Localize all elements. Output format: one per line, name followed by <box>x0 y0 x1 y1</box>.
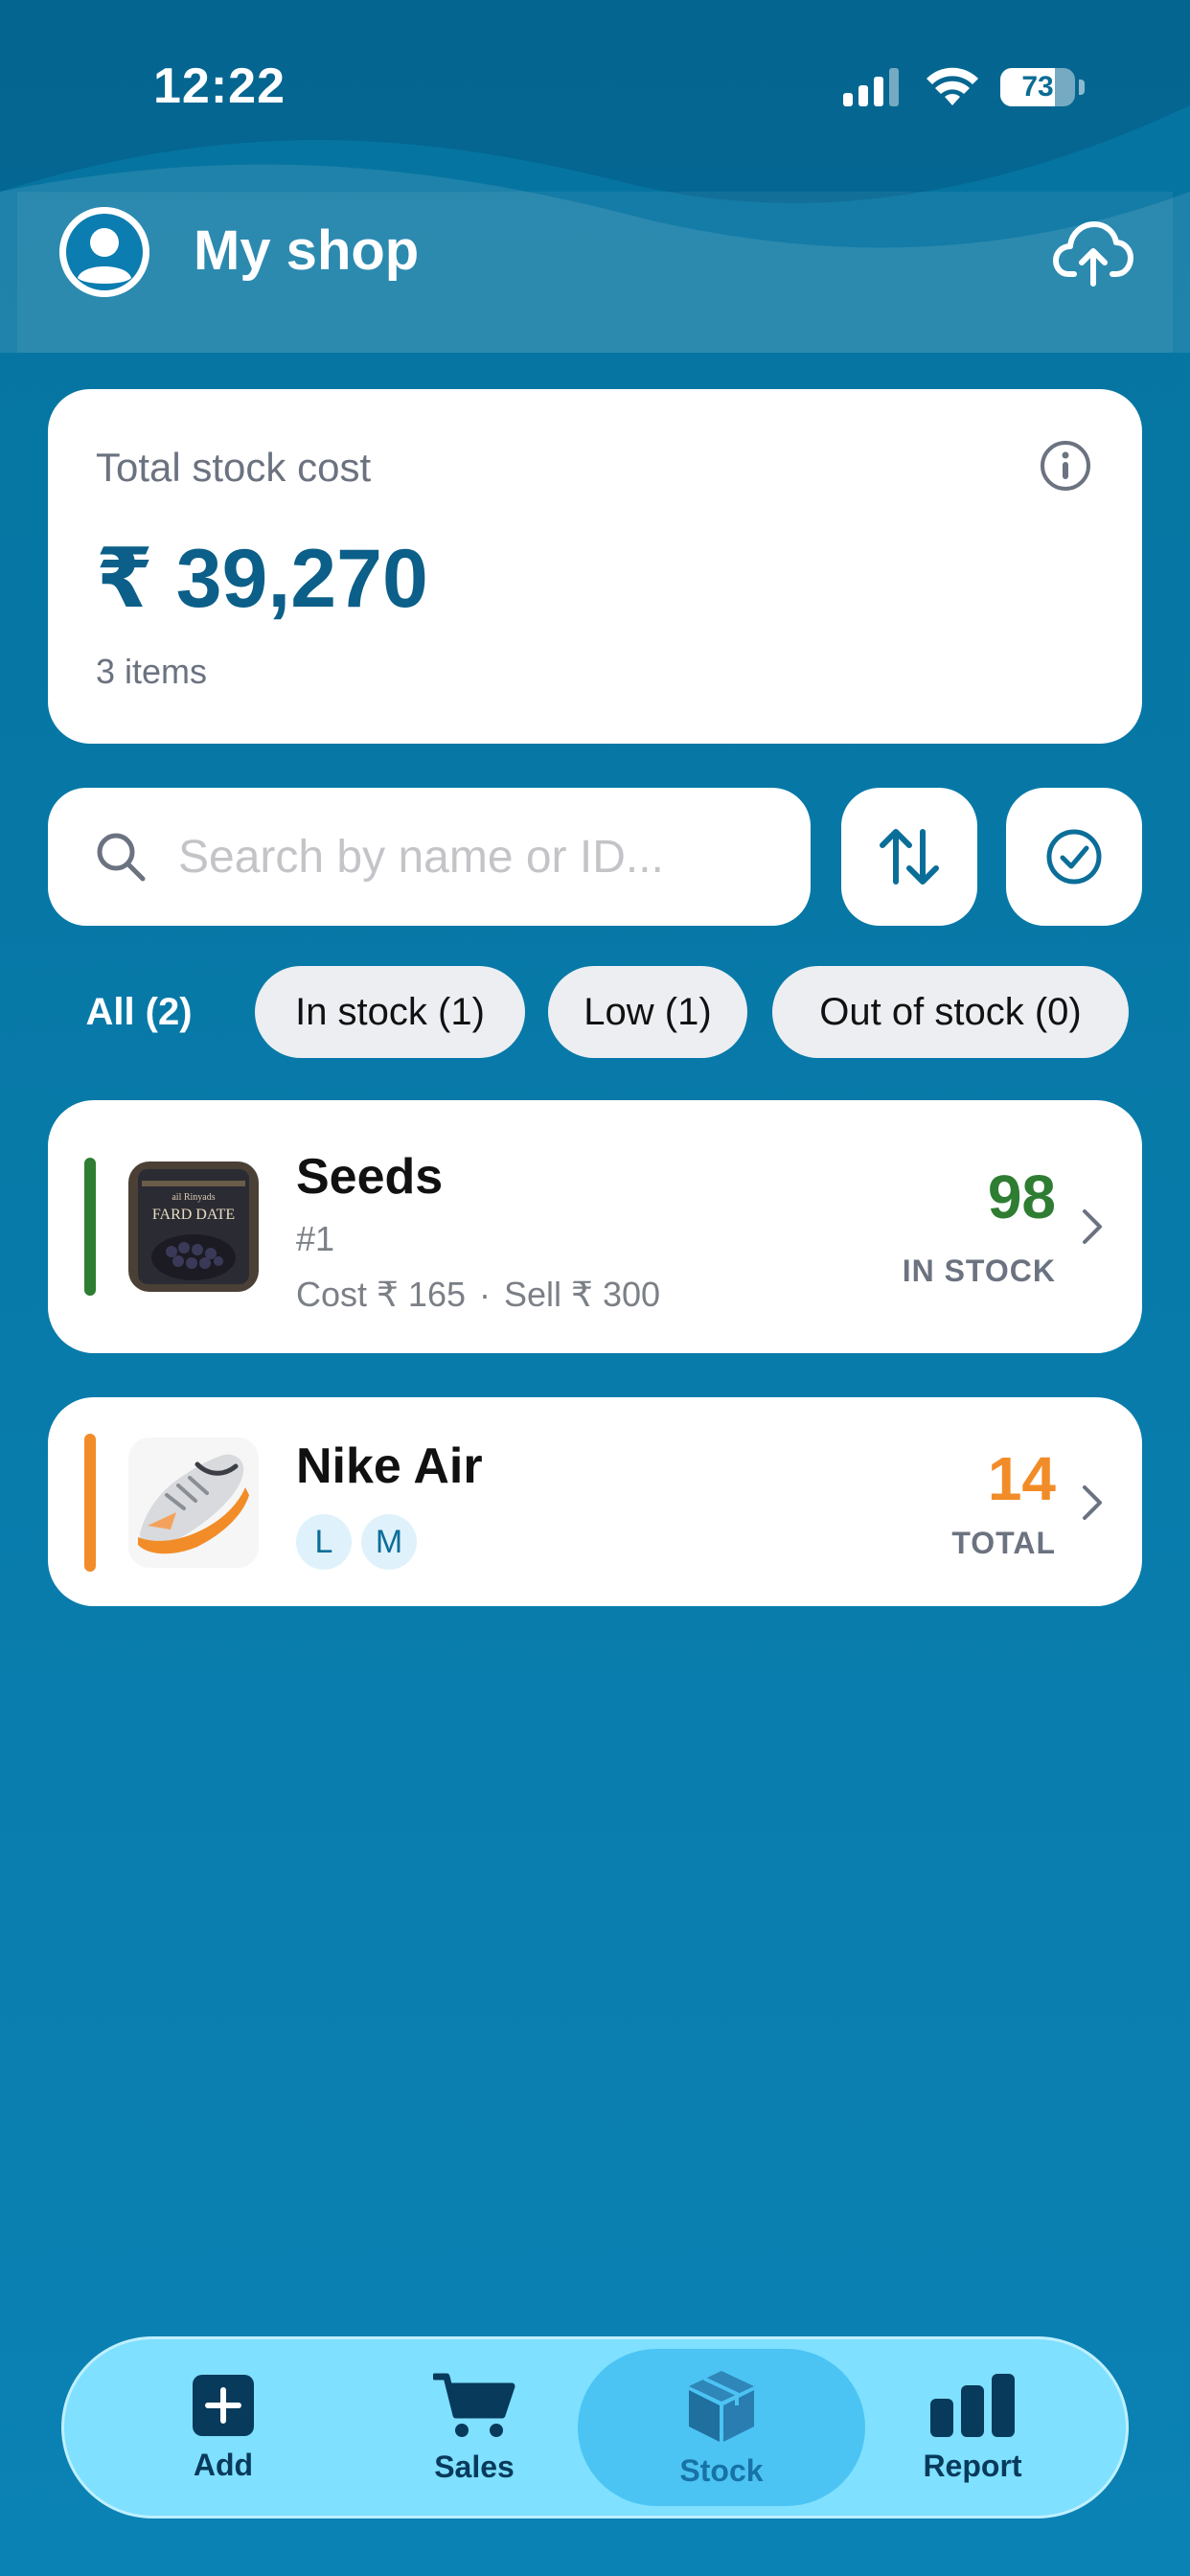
box-icon <box>689 2370 754 2442</box>
sell-price: Sell ₹ 300 <box>504 1275 661 1314</box>
chevron-right-icon <box>1073 1484 1111 1522</box>
add-square-icon <box>193 2374 254 2436</box>
stock-status-label: IN STOCK <box>902 1254 1056 1288</box>
cart-icon <box>433 2373 515 2437</box>
filter-all[interactable]: All (2) <box>59 966 218 1058</box>
stock-status-bar <box>84 1158 96 1296</box>
nav-label-sales: Sales <box>434 2449 515 2484</box>
product-image: ail Rinyads FARD DATE <box>128 1162 259 1292</box>
info-button[interactable] <box>1037 437 1094 494</box>
price-separator: · <box>479 1275 491 1314</box>
app-header: My shop <box>0 197 1190 305</box>
filter-in-stock[interactable]: In stock (1) <box>255 966 525 1058</box>
status-time: 12:22 <box>153 58 286 114</box>
check-circle-icon <box>1046 829 1102 885</box>
nav-label-report: Report <box>923 2448 1022 2483</box>
product-name: Nike Air <box>296 1438 483 1494</box>
nav-add[interactable]: Add <box>108 2339 338 2516</box>
nav-label-stock: Stock <box>679 2452 764 2488</box>
nav-label-add: Add <box>193 2447 254 2482</box>
stock-status-label: TOTAL <box>951 1526 1056 1560</box>
filter-out-of-stock[interactable]: Out of stock (0) <box>772 966 1129 1058</box>
product-prices: Cost ₹ 165 · Sell ₹ 300 <box>296 1275 660 1315</box>
product-card-seeds[interactable]: ail Rinyads FARD DATE Seeds #1 Cost ₹ 16… <box>48 1100 1142 1353</box>
search-box[interactable] <box>48 788 811 926</box>
filter-low[interactable]: Low (1) <box>548 966 747 1058</box>
product-card-nike-air[interactable]: Nike Air L M 14 TOTAL <box>48 1397 1142 1606</box>
battery-indicator: 73 <box>1000 68 1075 106</box>
size-badge: L <box>296 1514 352 1570</box>
svg-text:ail Rinyads: ail Rinyads <box>172 1192 215 1203</box>
cellular-signal-icon <box>843 68 899 106</box>
search-icon <box>97 833 146 882</box>
bottom-nav: Add Sales Stock Report <box>61 2336 1129 2518</box>
size-badge: M <box>361 1514 417 1570</box>
sort-button[interactable] <box>841 788 977 926</box>
item-count: 3 items <box>96 652 208 691</box>
product-name: Seeds <box>296 1149 444 1205</box>
total-stock-label: Total stock cost <box>96 445 372 490</box>
stock-status-bar <box>84 1434 96 1572</box>
nav-stock[interactable]: Stock <box>578 2349 865 2506</box>
product-image <box>128 1438 259 1568</box>
total-stock-card: Total stock cost ₹ 39,270 3 items <box>48 389 1142 744</box>
product-id: #1 <box>296 1219 335 1258</box>
wifi-icon <box>927 67 978 105</box>
shop-title: My shop <box>194 219 420 282</box>
sort-arrows-icon <box>880 829 939 885</box>
stock-quantity: 98 <box>987 1162 1056 1231</box>
user-avatar-icon[interactable] <box>59 207 149 297</box>
cost-price: Cost ₹ 165 <box>296 1275 466 1314</box>
chevron-right-icon <box>1073 1208 1111 1246</box>
search-input[interactable] <box>178 830 791 884</box>
bar-chart-icon <box>930 2373 1015 2437</box>
nav-report[interactable]: Report <box>858 2339 1087 2516</box>
status-indicators: 73 <box>843 65 1085 109</box>
cloud-upload-button[interactable] <box>1050 211 1136 297</box>
select-button[interactable] <box>1006 788 1142 926</box>
nav-sales[interactable]: Sales <box>359 2339 589 2516</box>
battery-percent: 73 <box>1021 71 1054 103</box>
product-image-text: FARD DATE <box>152 1207 235 1223</box>
filter-chips: All (2) In stock (1) Low (1) Out of stoc… <box>0 966 1190 1058</box>
cloud-upload-icon <box>1053 221 1133 287</box>
info-icon <box>1041 441 1090 491</box>
status-bar: 12:22 73 <box>0 0 1190 172</box>
stock-quantity: 14 <box>987 1444 1056 1513</box>
total-stock-value: ₹ 39,270 <box>96 533 428 625</box>
battery-nub <box>1079 80 1085 95</box>
